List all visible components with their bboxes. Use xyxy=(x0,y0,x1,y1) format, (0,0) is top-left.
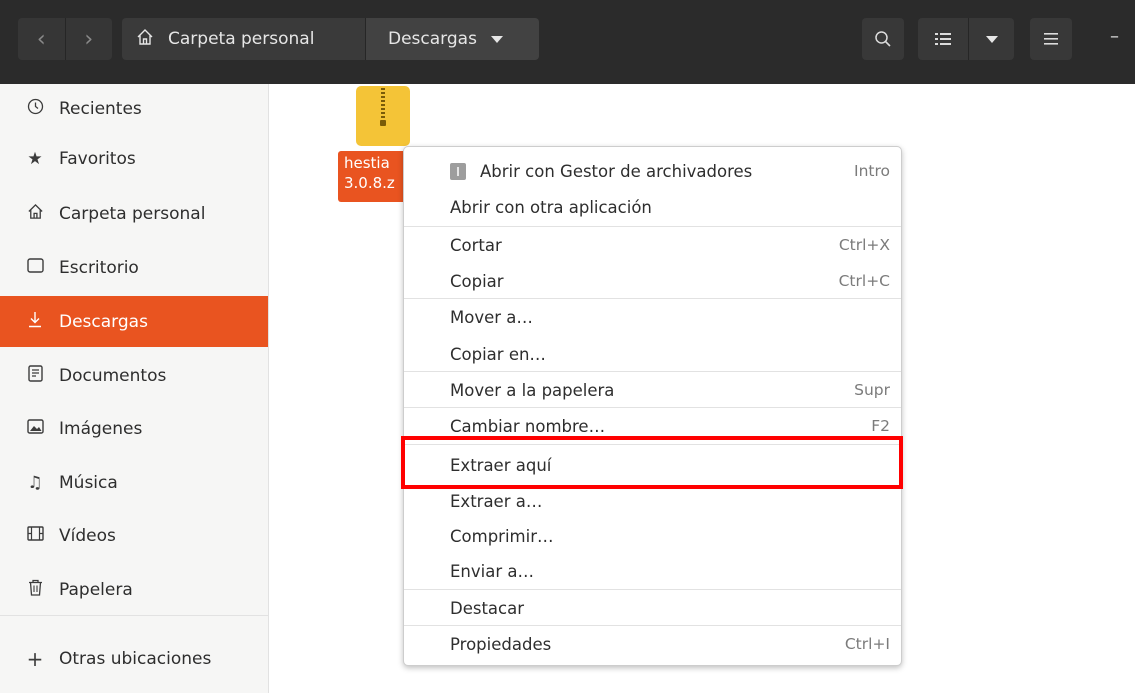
menu-item-label: Propiedades xyxy=(450,634,552,654)
file-name-label[interactable]: hestia 3.0.8.z xyxy=(338,151,404,202)
main-menu-button[interactable] xyxy=(1030,18,1072,60)
sidebar-item-label: Papelera xyxy=(59,580,133,600)
sidebar-item-escritorio[interactable]: Escritorio xyxy=(0,243,268,293)
menu-item-move-to[interactable]: Mover a… xyxy=(404,299,901,335)
sidebar-item-label: Vídeos xyxy=(59,526,116,546)
menu-item-label: Destacar xyxy=(450,598,525,618)
minimize-icon: – xyxy=(1110,26,1119,47)
zipper-decoration xyxy=(381,88,385,120)
menu-item-copy-to[interactable]: Copiar en… xyxy=(404,336,901,372)
navigation-buttons: ‹ › xyxy=(18,18,112,60)
menu-item-label: Copiar xyxy=(450,271,504,291)
context-menu: Abrir con Gestor de archivadores Intro A… xyxy=(403,146,902,666)
sidebar-item-descargas[interactable]: Descargas xyxy=(0,296,268,347)
menu-item-label: Enviar a… xyxy=(450,561,534,581)
menu-item-open-archive-manager[interactable]: Abrir con Gestor de archivadores Intro xyxy=(404,153,901,189)
home-icon xyxy=(136,28,154,51)
file-name-line2: 3.0.8.z xyxy=(344,174,395,192)
forward-button[interactable]: › xyxy=(64,18,113,60)
menu-item-label: Cambiar nombre… xyxy=(450,416,606,436)
sidebar-item-label: Documentos xyxy=(59,366,167,386)
menu-item-label: Abrir con Gestor de archivadores xyxy=(480,161,753,181)
list-view-button[interactable] xyxy=(918,18,968,60)
sidebar-item-otras-ubicaciones[interactable]: + Otras ubicaciones xyxy=(0,634,268,684)
sidebar-item-label: Favoritos xyxy=(59,149,136,169)
menu-item-label: Mover a… xyxy=(450,307,533,327)
chevron-right-icon: › xyxy=(84,26,94,52)
menu-item-shortcut: F2 xyxy=(871,417,890,435)
header-bar: ‹ › Carpeta personal Descargas – xyxy=(0,0,1135,84)
minimize-button[interactable]: – xyxy=(1110,26,1119,47)
sidebar-item-label: Música xyxy=(59,473,118,493)
search-button[interactable] xyxy=(862,18,904,60)
menu-item-label: Copiar en… xyxy=(450,344,546,364)
breadcrumb: Carpeta personal Descargas xyxy=(122,18,539,60)
view-options-dropdown[interactable] xyxy=(968,18,1014,60)
menu-item-properties[interactable]: Propiedades Ctrl+I xyxy=(404,626,901,662)
sidebar-item-favoritos[interactable]: ★ Favoritos xyxy=(0,134,268,184)
highlight-box xyxy=(401,436,903,489)
trash-icon xyxy=(25,579,45,601)
breadcrumb-current-label: Descargas xyxy=(388,29,477,49)
film-icon xyxy=(25,526,45,546)
document-icon xyxy=(25,365,45,387)
menu-item-shortcut: Ctrl+I xyxy=(844,635,890,653)
sidebar-item-videos[interactable]: Vídeos xyxy=(0,511,268,561)
menu-item-send-to[interactable]: Enviar a… xyxy=(404,553,901,589)
menu-item-shortcut: Supr xyxy=(854,381,890,399)
menu-item-label: Mover a la papelera xyxy=(450,380,615,400)
sidebar-item-label: Imágenes xyxy=(59,419,143,439)
chevron-left-icon: ‹ xyxy=(36,26,46,52)
sidebar-item-imagenes[interactable]: Imágenes xyxy=(0,404,268,454)
menu-item-star[interactable]: Destacar xyxy=(404,590,901,626)
menu-item-shortcut: Ctrl+X xyxy=(838,236,890,254)
sidebar-item-label: Descargas xyxy=(59,311,148,332)
music-icon: ♫ xyxy=(27,473,43,493)
file-name-line1: hestia xyxy=(344,154,390,172)
sidebar-item-musica[interactable]: ♫ Música xyxy=(0,458,268,508)
breadcrumb-home-label: Carpeta personal xyxy=(168,29,315,49)
breadcrumb-current[interactable]: Descargas xyxy=(365,18,539,60)
home-icon xyxy=(25,203,45,225)
sidebar-item-label: Escritorio xyxy=(59,258,139,278)
sidebar-divider xyxy=(0,615,268,616)
zipper-tab xyxy=(380,120,386,126)
search-icon xyxy=(875,31,891,47)
sidebar-item-recientes[interactable]: Recientes xyxy=(0,84,268,134)
chevron-down-icon xyxy=(985,35,998,43)
menu-item-shortcut: Ctrl+C xyxy=(838,272,890,290)
menu-item-label: Comprimir… xyxy=(450,526,554,546)
plus-icon: + xyxy=(26,647,44,671)
image-icon xyxy=(25,419,45,439)
sidebar-item-papelera[interactable]: Papelera xyxy=(0,565,268,615)
zip-archive-icon[interactable] xyxy=(356,86,410,146)
chevron-down-icon xyxy=(490,35,503,43)
desktop-icon xyxy=(25,258,45,278)
sidebar-item-label: Carpeta personal xyxy=(59,204,206,224)
back-button[interactable]: ‹ xyxy=(18,18,65,60)
menu-item-shortcut: Intro xyxy=(854,162,890,180)
archive-manager-icon xyxy=(450,163,466,180)
menu-item-label: Abrir con otra aplicación xyxy=(450,197,652,217)
menu-item-cut[interactable]: Cortar Ctrl+X xyxy=(404,227,901,263)
list-view-icon xyxy=(935,33,951,45)
menu-item-label: Extraer a… xyxy=(450,491,543,511)
clock-icon xyxy=(25,98,45,120)
menu-item-move-to-trash[interactable]: Mover a la papelera Supr xyxy=(404,372,901,408)
sidebar: Recientes ★ Favoritos Carpeta personal E… xyxy=(0,84,269,693)
star-icon: ★ xyxy=(27,149,43,169)
sidebar-item-carpeta-personal[interactable]: Carpeta personal xyxy=(0,189,268,239)
menu-item-copy[interactable]: Copiar Ctrl+C xyxy=(404,263,901,299)
sidebar-item-documentos[interactable]: Documentos xyxy=(0,351,268,401)
hamburger-menu-icon xyxy=(1044,33,1058,45)
menu-item-open-with-other[interactable]: Abrir con otra aplicación xyxy=(404,189,901,225)
download-icon xyxy=(25,311,45,333)
menu-item-compress[interactable]: Comprimir… xyxy=(404,518,901,554)
sidebar-item-label: Otras ubicaciones xyxy=(59,649,212,669)
menu-item-label: Cortar xyxy=(450,235,502,255)
sidebar-item-label: Recientes xyxy=(59,99,142,119)
breadcrumb-home[interactable]: Carpeta personal xyxy=(122,18,365,60)
